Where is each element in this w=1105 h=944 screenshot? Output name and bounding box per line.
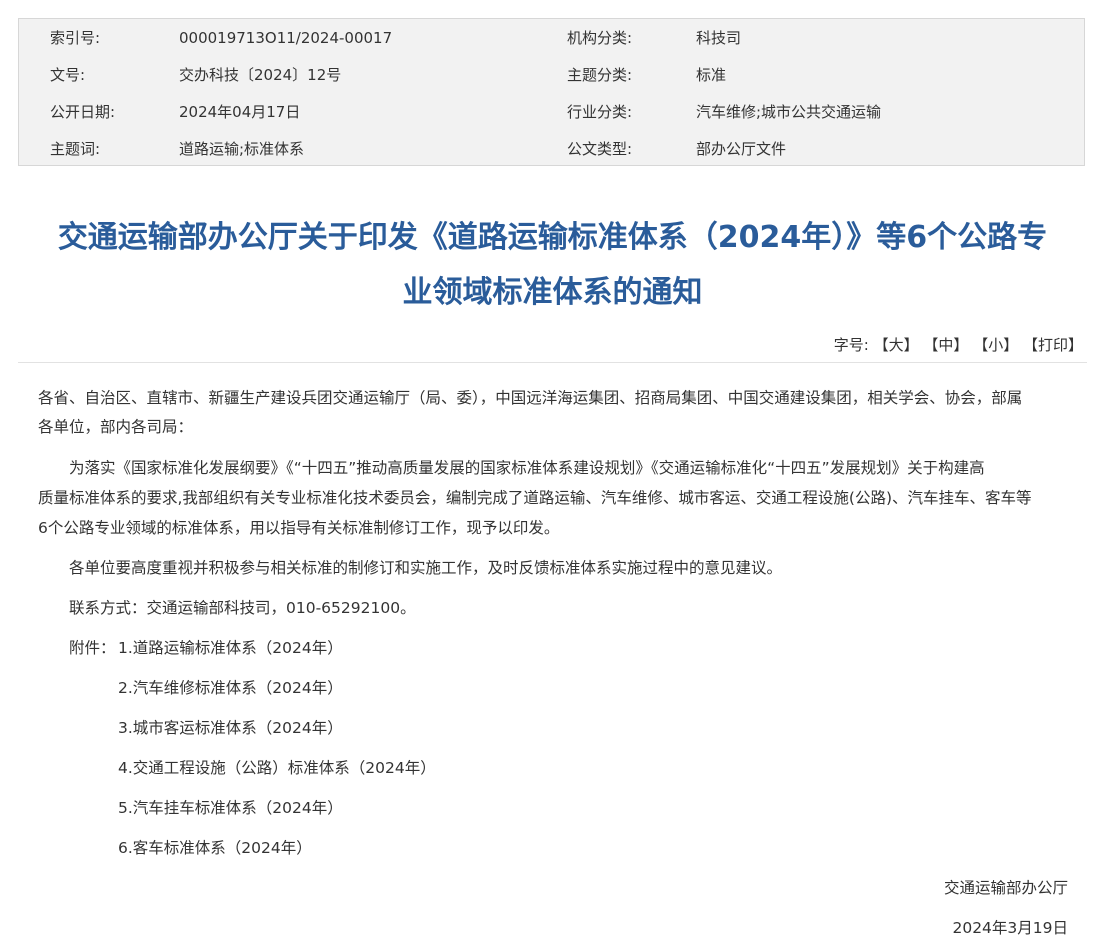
- doc-number-label: 文号:: [50, 66, 86, 84]
- font-medium-button[interactable]: 【中】: [923, 336, 968, 354]
- title-line-1: 交通运输部办公厅关于印发《道路运输标准体系（2024年）》等6个公路专: [57, 220, 1048, 255]
- attachment-item[interactable]: 5.汽车挂车标准体系（2024年）: [118, 793, 343, 824]
- paragraph-2: 各单位要高度重视并积极参与相关标准的制修订和实施工作，及时反馈标准体系实施过程中…: [69, 559, 783, 577]
- meta-row-keywords: 主题词: 道路运输;标准体系 公文类型: 部办公厅文件: [19, 131, 1084, 168]
- print-button[interactable]: 【打印】: [1023, 336, 1083, 354]
- addressee-line-2: 各单位，部内各司局：: [38, 418, 194, 436]
- keywords-label: 主题词:: [50, 140, 101, 158]
- addressee-line-1: 各省、自治区、直辖市、新疆生产建设兵团交通运输厅（局、委），中国远洋海运集团、招…: [38, 389, 1023, 407]
- divider: [18, 362, 1087, 363]
- doc-type-label: 公文类型:: [567, 140, 633, 158]
- font-large-button[interactable]: 【大】: [874, 336, 919, 354]
- meta-row-index: 索引号: 000019713O11/2024-00017 机构分类: 科技司: [19, 20, 1084, 57]
- attachment-item[interactable]: 3.城市客运标准体系（2024年）: [118, 713, 343, 744]
- attachment-item[interactable]: 1.道路运输标准体系（2024年）: [118, 633, 343, 664]
- keywords-value: 道路运输;标准体系: [179, 140, 305, 158]
- attachment-item[interactable]: 6.客车标准体系（2024年）: [118, 833, 312, 864]
- attachment-item[interactable]: 4.交通工程设施（公路）标准体系（2024年）: [118, 753, 436, 784]
- paragraph-1-line-3: 6个公路专业领域的标准体系，用以指导有关标准制修订工作，现予以印发。: [38, 519, 560, 537]
- org-label: 机构分类:: [567, 29, 633, 47]
- signature-date: 2024年3月19日: [952, 919, 1068, 937]
- industry-value: 汽车维修;城市公共交通运输: [696, 103, 882, 121]
- meta-row-doc: 文号: 交办科技〔2024〕12号 主题分类: 标准: [19, 57, 1084, 94]
- publish-date-label: 公开日期:: [50, 103, 116, 121]
- font-size-label: 字号:: [833, 336, 869, 354]
- paragraph-1-line-2: 质量标准体系的要求,我部组织有关专业标准化技术委员会，编制完成了道路运输、汽车维…: [38, 489, 1032, 507]
- publish-date-value: 2024年04月17日: [179, 103, 301, 121]
- meta-row-date: 公开日期: 2024年04月17日 行业分类: 汽车维修;城市公共交通运输: [19, 94, 1084, 131]
- font-small-button[interactable]: 【小】: [973, 336, 1018, 354]
- page-title: 交通运输部办公厅关于印发《道路运输标准体系（2024年）》等6个公路专 业领域标…: [18, 210, 1087, 320]
- index-value: 000019713O11/2024-00017: [179, 29, 393, 47]
- doc-type-value: 部办公厅文件: [696, 140, 787, 158]
- attachments-label: 附件：: [69, 639, 116, 657]
- doc-number-value: 交办科技〔2024〕12号: [179, 66, 342, 84]
- metadata-panel: 索引号: 000019713O11/2024-00017 机构分类: 科技司 文…: [18, 18, 1085, 166]
- title-line-2: 业领域标准体系的通知: [402, 275, 703, 310]
- font-size-toolbar: 字号: 【大】 【中】 【小】 【打印】: [834, 333, 1083, 357]
- topic-category-value: 标准: [696, 66, 727, 84]
- signature: 交通运输部办公厅: [943, 879, 1068, 897]
- industry-label: 行业分类:: [567, 103, 633, 121]
- index-label: 索引号:: [50, 29, 101, 47]
- org-value: 科技司: [696, 29, 742, 47]
- contact-line: 联系方式：交通运输部科技司，010-65292100。: [69, 599, 416, 617]
- attachment-item[interactable]: 2.汽车维修标准体系（2024年）: [118, 673, 343, 704]
- topic-category-label: 主题分类:: [567, 66, 633, 84]
- paragraph-1-line-1: 为落实《国家标准化发展纲要》《“十四五”推动高质量发展的国家标准体系建设规划》《…: [69, 459, 985, 477]
